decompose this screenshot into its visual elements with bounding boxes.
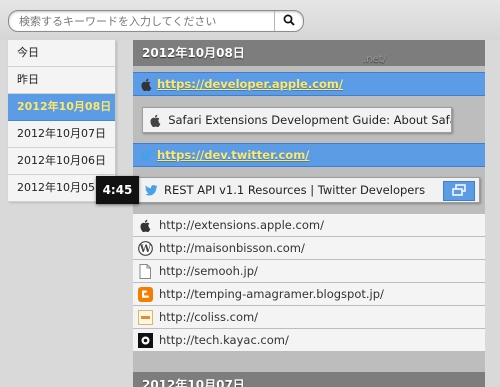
list-item[interactable]: http://temping-amagramer.blogspot.jp/ xyxy=(133,283,485,306)
blank-page-icon xyxy=(137,263,153,279)
tab-card[interactable]: Safari Extensions Development Guide: Abo… xyxy=(142,107,452,133)
tab-card[interactable]: REST API v1.1 Resources | Twitter Develo… xyxy=(137,177,480,203)
sidebar-item-2012-10-08[interactable]: 2012年10月08日 xyxy=(8,94,115,121)
list-item-url: http://semooh.jp/ xyxy=(159,264,258,278)
list-item-url: http://tech.kayac.com/ xyxy=(159,333,289,347)
site-group-row[interactable]: https://developer.apple.com/ xyxy=(133,72,485,96)
list-item-url: http://temping-amagramer.blogspot.jp/ xyxy=(159,287,384,301)
list-item-url: http://extensions.apple.com/ xyxy=(159,218,324,232)
sidebar-item-2012-10-07[interactable]: 2012年10月07日 xyxy=(8,121,115,148)
wordpress-icon: W xyxy=(137,240,153,256)
svg-text:W: W xyxy=(138,244,151,255)
sidebar-item-yesterday[interactable]: 昨日 xyxy=(8,67,115,94)
top-bar xyxy=(0,0,500,40)
list-item[interactable]: http://semooh.jp/ xyxy=(133,260,485,283)
url-list: http://extensions.apple.com/ W http://ma… xyxy=(133,214,485,352)
apple-icon xyxy=(139,78,153,91)
time-badge: 4:45 xyxy=(96,176,139,204)
blogger-icon xyxy=(137,286,153,302)
list-item[interactable]: http://tech.kayac.com/ xyxy=(133,329,485,352)
search-box[interactable] xyxy=(8,10,304,32)
sidebar-item-2012-10-06[interactable]: 2012年10月06日 xyxy=(8,148,115,175)
date-header: 2012年10月07日 xyxy=(133,372,485,387)
date-header-label: 2012年10月07日 xyxy=(142,378,245,387)
site-url-link[interactable]: https://dev.twitter.com/ xyxy=(157,148,309,162)
tab-title: REST API v1.1 Resources | Twitter Develo… xyxy=(164,183,426,197)
list-item[interactable]: W http://maisonbisson.com/ xyxy=(133,237,485,260)
history-panel: 2012年10月08日 .net/ https://developer.appl… xyxy=(133,40,485,387)
search-button[interactable] xyxy=(274,11,303,31)
date-header: 2012年10月08日 .net/ xyxy=(133,40,485,66)
twitter-bird-icon xyxy=(139,149,153,161)
tab-title: Safari Extensions Development Guide: Abo… xyxy=(168,113,451,127)
search-input[interactable] xyxy=(19,13,274,29)
apple-icon xyxy=(149,114,162,127)
list-item[interactable]: http://extensions.apple.com/ xyxy=(133,214,485,237)
twitter-bird-icon xyxy=(144,184,158,196)
list-item-url: http://coliss.com/ xyxy=(159,310,259,324)
date-header-label: 2012年10月08日 xyxy=(142,46,245,60)
apple-icon xyxy=(137,217,153,233)
site-url-link[interactable]: https://developer.apple.com/ xyxy=(157,77,343,91)
list-item-url: http://maisonbisson.com/ xyxy=(159,241,305,255)
list-item[interactable]: http://coliss.com/ xyxy=(133,306,485,329)
coliss-icon xyxy=(137,309,153,325)
kayac-icon xyxy=(137,332,153,348)
search-icon xyxy=(283,14,295,29)
sidebar-item-today[interactable]: 今日 xyxy=(8,40,115,67)
site-group-row[interactable]: https://dev.twitter.com/ xyxy=(133,143,485,167)
open-tabs-button[interactable] xyxy=(443,181,475,201)
open-tabs-icon xyxy=(452,183,466,199)
date-header-ghost-text: .net/ xyxy=(363,54,386,65)
